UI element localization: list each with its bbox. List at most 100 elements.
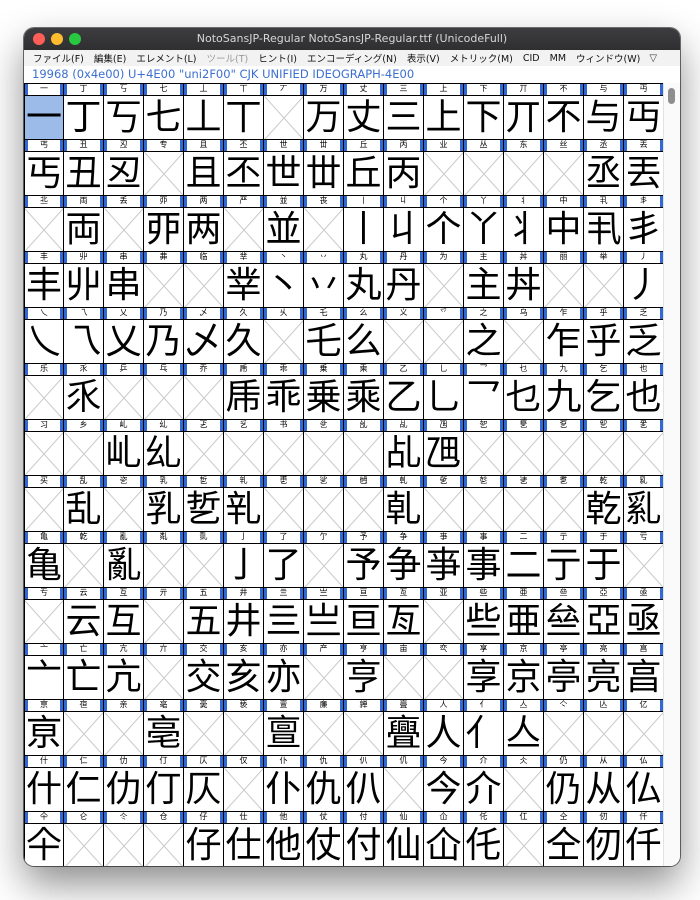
glyph-cell[interactable]: 乶: [264, 475, 304, 531]
glyph-cell[interactable]: 乻: [464, 475, 504, 531]
glyph-cell[interactable]: 介介: [464, 755, 504, 811]
glyph-cell[interactable]: 乨: [344, 419, 384, 475]
glyph-cell[interactable]: 丶丶: [264, 251, 304, 307]
glyph-cell[interactable]: 亨亨: [344, 643, 384, 699]
glyph-cell[interactable]: 乴乴: [184, 475, 224, 531]
glyph-cell[interactable]: 举: [584, 251, 624, 307]
glyph-cell[interactable]: 乬: [504, 419, 544, 475]
glyph-cell[interactable]: 亁: [64, 531, 104, 587]
glyph-cell[interactable]: 乥: [224, 419, 264, 475]
glyph-cell[interactable]: 丆: [264, 83, 304, 139]
glyph-cell[interactable]: 乢乢: [104, 419, 144, 475]
glyph-cell[interactable]: 久久: [224, 307, 264, 363]
glyph-cell[interactable]: 亄: [184, 531, 224, 587]
glyph-cell[interactable]: 丌丌: [504, 83, 544, 139]
glyph-cell[interactable]: 亊亊: [424, 531, 464, 587]
glyph-cell[interactable]: 乃乃: [144, 307, 184, 363]
glyph-cell[interactable]: 仟仟: [624, 811, 664, 866]
glyph-cell[interactable]: 乱乱: [64, 475, 104, 531]
glyph-cell[interactable]: 义: [384, 307, 424, 363]
glyph-cell[interactable]: 丏丏: [624, 83, 664, 139]
glyph-cell[interactable]: 亿: [624, 699, 664, 755]
glyph-cell[interactable]: 丨丨: [344, 195, 384, 251]
glyph-cell[interactable]: 了了: [264, 531, 304, 587]
glyph-cell[interactable]: 仞仞: [584, 811, 624, 866]
glyph-cell[interactable]: 亱: [64, 699, 104, 755]
glyph-cell[interactable]: 仂仂: [104, 755, 144, 811]
glyph-cell[interactable]: 乩乩: [384, 419, 424, 475]
glyph-cell[interactable]: 些些: [464, 587, 504, 643]
glyph-cell[interactable]: 仈仈: [344, 755, 384, 811]
glyph-cell[interactable]: 並並: [264, 195, 304, 251]
glyph-cell[interactable]: 亾: [584, 699, 624, 755]
glyph-cell[interactable]: 乧: [304, 419, 344, 475]
glyph-cell[interactable]: 亯亯: [624, 643, 664, 699]
glyph-cell[interactable]: 予予: [344, 531, 384, 587]
glyph-cell[interactable]: 仗仗: [304, 811, 344, 866]
glyph-cell[interactable]: 亲: [104, 699, 144, 755]
glyph-cell[interactable]: 东: [504, 139, 544, 195]
glyph-cell[interactable]: 仜: [504, 811, 544, 866]
glyph-cell[interactable]: 亖亖: [264, 587, 304, 643]
glyph-cell[interactable]: 丟丟: [624, 139, 664, 195]
glyph-cell[interactable]: 乌: [504, 307, 544, 363]
glyph-cell[interactable]: 两两: [184, 195, 224, 251]
glyph-cell[interactable]: 丠: [24, 195, 64, 251]
glyph-cell[interactable]: 专: [144, 139, 184, 195]
menu-overflow-icon[interactable]: ▽: [649, 53, 657, 64]
scrollbar-thumb[interactable]: [668, 88, 675, 104]
glyph-cell[interactable]: 仐仐: [24, 811, 64, 866]
glyph-cell[interactable]: 丞丞: [584, 139, 624, 195]
glyph-cell[interactable]: 丘丘: [344, 139, 384, 195]
glyph-cell[interactable]: 亪: [424, 643, 464, 699]
glyph-cell[interactable]: 乏乏: [624, 307, 664, 363]
glyph-cell[interactable]: 从从: [584, 755, 624, 811]
glyph-cell[interactable]: 乡: [64, 419, 104, 475]
glyph-cell[interactable]: 丷丷: [304, 251, 344, 307]
glyph-cell[interactable]: 丼丼: [504, 251, 544, 307]
glyph-cell[interactable]: 丿丿: [624, 251, 664, 307]
glyph-cell[interactable]: 上上: [424, 83, 464, 139]
glyph-cell[interactable]: 丣丣: [144, 195, 184, 251]
glyph-cell[interactable]: 仅: [224, 755, 264, 811]
glyph-cell[interactable]: 仃仃: [144, 755, 184, 811]
glyph-cell[interactable]: 仙仙: [384, 811, 424, 866]
glyph-cell[interactable]: 争争: [384, 531, 424, 587]
glyph-cell[interactable]: 买: [24, 475, 64, 531]
glyph-cell[interactable]: 与与: [584, 83, 624, 139]
glyph-cell[interactable]: 人人: [424, 699, 464, 755]
glyph-cell[interactable]: 亮亮: [584, 643, 624, 699]
glyph-cell[interactable]: 丂丂: [104, 83, 144, 139]
glyph-cell[interactable]: 临: [184, 251, 224, 307]
glyph-cell[interactable]: 业: [424, 139, 464, 195]
glyph-cell[interactable]: 乭: [544, 419, 584, 475]
glyph-cell[interactable]: 乮: [584, 419, 624, 475]
glyph-cell[interactable]: 五五: [184, 587, 224, 643]
glyph-cell[interactable]: 丝: [544, 139, 584, 195]
glyph-cell[interactable]: 乁乁: [64, 307, 104, 363]
glyph-cell[interactable]: 仔仔: [184, 811, 224, 866]
glyph-cell[interactable]: 仄仄: [184, 755, 224, 811]
glyph-cell[interactable]: 主主: [464, 251, 504, 307]
glyph-cell[interactable]: 亙亙: [384, 587, 424, 643]
glyph-cell[interactable]: 丑丑: [64, 139, 104, 195]
glyph-cell[interactable]: 万万: [304, 83, 344, 139]
glyph-cell[interactable]: 丐丐: [24, 139, 64, 195]
menu-item[interactable]: エンコーディング(N): [302, 51, 402, 65]
glyph-cell[interactable]: 乼: [504, 475, 544, 531]
glyph-cell[interactable]: 亩: [384, 643, 424, 699]
glyph-cell[interactable]: 七七: [144, 83, 184, 139]
glyph-cell[interactable]: 今今: [424, 755, 464, 811]
glyph-cell[interactable]: 乣乣: [144, 419, 184, 475]
glyph-cell[interactable]: 丰丰: [24, 251, 64, 307]
glyph-cell[interactable]: 丛: [464, 139, 504, 195]
glyph-cell[interactable]: 仝仝: [544, 811, 584, 866]
glyph-cell[interactable]: 丮丮: [584, 195, 624, 251]
menu-item[interactable]: ヒント(I): [253, 51, 302, 65]
glyph-cell[interactable]: 乞乞: [584, 363, 624, 419]
glyph-cell[interactable]: 仏仏: [624, 755, 664, 811]
glyph-cell[interactable]: 乤: [184, 419, 224, 475]
glyph-cell[interactable]: 严: [224, 195, 264, 251]
glyph-cell[interactable]: 乯: [624, 419, 664, 475]
glyph-cell[interactable]: 乛乛: [464, 363, 504, 419]
